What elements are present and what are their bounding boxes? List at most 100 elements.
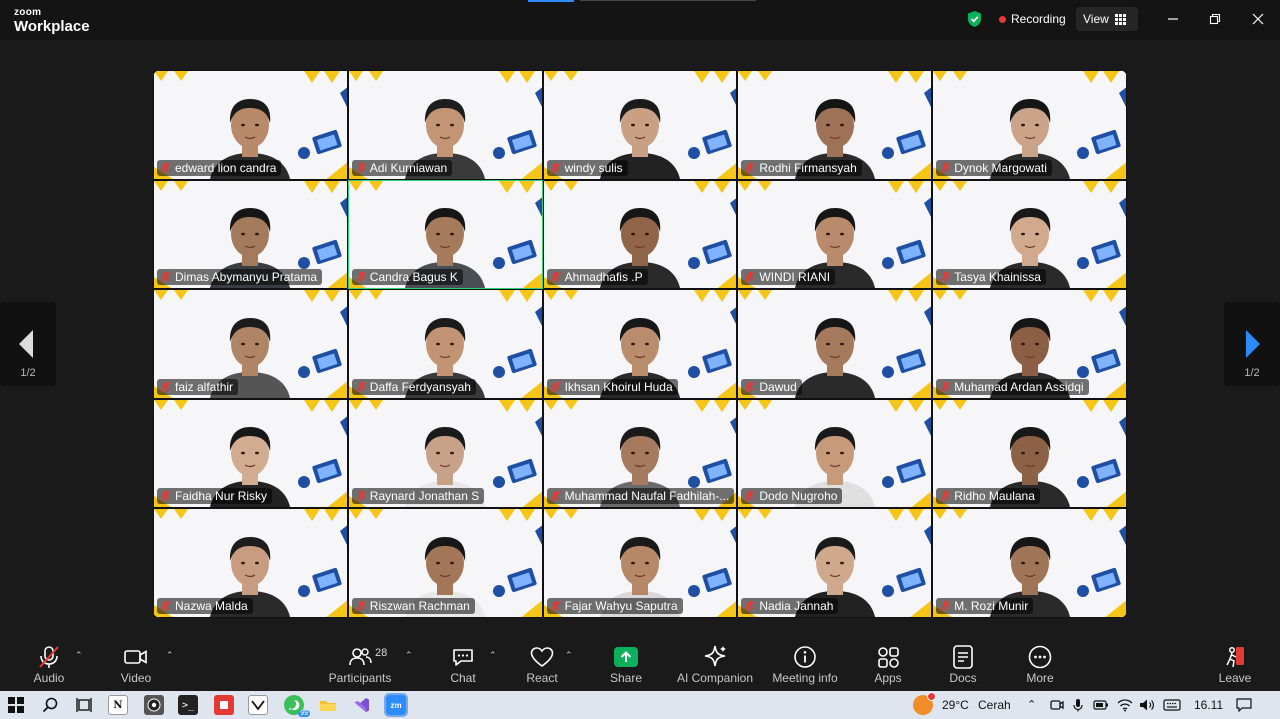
participant-name: Nadia Jannah	[759, 598, 834, 613]
participant-tile[interactable]: Riszwan Rachman	[347, 508, 543, 618]
video-options-caret[interactable]: ⌃	[166, 650, 174, 661]
audio-options-caret[interactable]: ⌃	[75, 650, 83, 661]
task-view-button[interactable]	[74, 695, 94, 715]
meeting-info-button[interactable]: Meeting info	[765, 644, 845, 685]
video-button[interactable]: Video	[96, 644, 176, 685]
weather-temperature[interactable]: 29°C	[942, 698, 969, 712]
participant-tile[interactable]: Nadia Jannah	[737, 508, 933, 618]
participant-tile[interactable]: windy sulis	[542, 70, 738, 180]
mic-muted-icon	[355, 490, 366, 502]
notion-app-icon[interactable]: N	[108, 695, 128, 715]
participant-tile[interactable]: Fajar Wahyu Saputra	[542, 508, 738, 618]
participant-tile[interactable]: Muhammad Naufal Fadhilah-...	[542, 398, 738, 509]
ai-companion-button[interactable]: AI Companion	[675, 644, 755, 685]
participants-options-caret[interactable]: ⌃	[405, 650, 413, 661]
participant-tile[interactable]: Dynok Margowati	[932, 70, 1127, 180]
wifi-icon[interactable]	[1115, 695, 1135, 715]
zoom-app-icon[interactable]: zm	[384, 693, 408, 717]
docs-label: Docs	[949, 671, 977, 685]
camera-in-use-icon[interactable]	[1047, 695, 1067, 715]
participant-name-tag: Nazwa Malda	[157, 597, 253, 614]
battery-icon[interactable]	[1091, 695, 1111, 715]
minimize-button[interactable]	[1161, 8, 1185, 30]
minimize-icon	[1168, 18, 1178, 20]
participants-button[interactable]: Participants	[320, 644, 400, 685]
speaker-view-indicator	[528, 0, 574, 2]
mic-muted-icon	[355, 162, 366, 174]
participant-tile[interactable]: Dawud	[737, 289, 933, 399]
windows-start-button[interactable]	[6, 695, 26, 715]
screen-recorder-app-icon[interactable]	[214, 695, 234, 715]
mic-muted-icon	[355, 381, 366, 393]
participant-name-tag: Muhammad Naufal Fadhilah-...	[546, 488, 735, 505]
participant-tile[interactable]: Ahmadhafis .P	[542, 179, 738, 290]
recording-indicator[interactable]: Recording	[992, 7, 1070, 31]
participant-name-tag: Candra Bagus K	[351, 269, 463, 286]
docs-button[interactable]: Docs	[923, 644, 1003, 685]
show-hidden-icons-chevron-icon[interactable]: ⌃	[1027, 698, 1036, 711]
participant-tile[interactable]: Muhamad Ardan Assidqi	[932, 289, 1127, 399]
participant-name-tag: edward lion candra	[157, 159, 282, 176]
video-label: Video	[120, 671, 152, 685]
participant-name-tag: Dodo Nugroho	[741, 488, 843, 505]
participant-tile[interactable]: Adi Kurniawan	[347, 70, 543, 180]
participant-tile[interactable]: Ridho Maulana	[932, 398, 1127, 509]
participant-tile[interactable]: Raynard Jonathan S	[347, 398, 543, 509]
keyboard-layout-icon[interactable]	[1162, 695, 1182, 715]
obs-app-icon[interactable]	[144, 695, 164, 715]
participant-tile[interactable]: Dodo Nugroho	[737, 398, 933, 509]
terminal-app-icon[interactable]: >_	[178, 695, 198, 715]
mic-muted-icon	[940, 381, 951, 393]
window-drag-handle[interactable]	[580, 0, 756, 1]
participant-tile[interactable]: Nazwa Malda	[153, 508, 348, 618]
whatsapp-app-icon[interactable]: 99	[284, 695, 310, 717]
participant-tile[interactable]: M. Rozi Munir	[932, 508, 1127, 618]
view-button[interactable]: View	[1076, 7, 1138, 31]
share-button[interactable]: Share	[586, 644, 666, 685]
task-view-icon	[76, 698, 92, 712]
weather-icon[interactable]	[913, 692, 936, 715]
participant-name: Candra Bagus K	[369, 270, 458, 285]
previous-page-button[interactable]: 1/2	[0, 302, 56, 386]
encryption-shield-icon[interactable]	[966, 10, 983, 28]
apps-button[interactable]: Apps	[848, 644, 928, 685]
participant-tile[interactable]: Tasya Khainissa	[932, 179, 1127, 290]
participant-tile[interactable]: Rodhi Firmansyah	[737, 70, 933, 180]
leave-button[interactable]: Leave	[1195, 644, 1275, 685]
participant-tile[interactable]: Dimas Abymanyu Pratama	[153, 179, 348, 290]
capcut-app-icon[interactable]	[248, 695, 268, 715]
next-page-button[interactable]: 1/2	[1224, 302, 1280, 386]
visual-studio-app-icon[interactable]	[352, 695, 372, 715]
participant-video-feed	[794, 317, 875, 398]
meeting-info-label: Meeting info	[772, 671, 838, 685]
more-button[interactable]: More	[1000, 644, 1080, 685]
mic-muted-icon	[940, 271, 951, 283]
weather-condition[interactable]: Cerah	[978, 698, 1011, 712]
participant-name: Tasya Khainissa	[954, 270, 1041, 285]
restore-button[interactable]	[1203, 8, 1227, 30]
participant-name-tag: Ridho Maulana	[936, 488, 1040, 505]
participant-tile[interactable]: Faidha Nur Risky	[153, 398, 348, 509]
mic-muted-icon	[745, 600, 756, 612]
participant-tile[interactable]: Candra Bagus K	[347, 179, 543, 290]
close-button[interactable]	[1246, 8, 1270, 30]
volume-icon[interactable]	[1137, 695, 1157, 715]
notifications-icon[interactable]	[1234, 695, 1254, 715]
participant-tile[interactable]: Daffa Ferdyansyah	[347, 289, 543, 399]
chat-options-caret[interactable]: ⌃	[489, 650, 497, 661]
participant-tile[interactable]: Ikhsan Khoirul Huda	[542, 289, 738, 399]
participant-tile[interactable]: faiz alfathir	[153, 289, 348, 399]
search-button[interactable]	[40, 695, 60, 715]
mic-muted-icon	[161, 490, 171, 502]
participant-tile[interactable]: edward lion candra	[153, 70, 348, 180]
video-camera-icon	[123, 644, 149, 670]
microphone-in-use-icon[interactable]	[1068, 695, 1088, 715]
clock-time[interactable]: 16.11	[1194, 698, 1223, 712]
recording-dot-icon	[999, 15, 1006, 23]
participants-count: 28	[375, 647, 388, 659]
participant-tile[interactable]: WINDI RIANI	[737, 179, 933, 290]
participant-name: windy sulis	[564, 160, 623, 175]
file-explorer-app-icon[interactable]	[318, 695, 338, 715]
mic-muted-icon	[355, 271, 366, 283]
react-options-caret[interactable]: ⌃	[565, 650, 573, 661]
